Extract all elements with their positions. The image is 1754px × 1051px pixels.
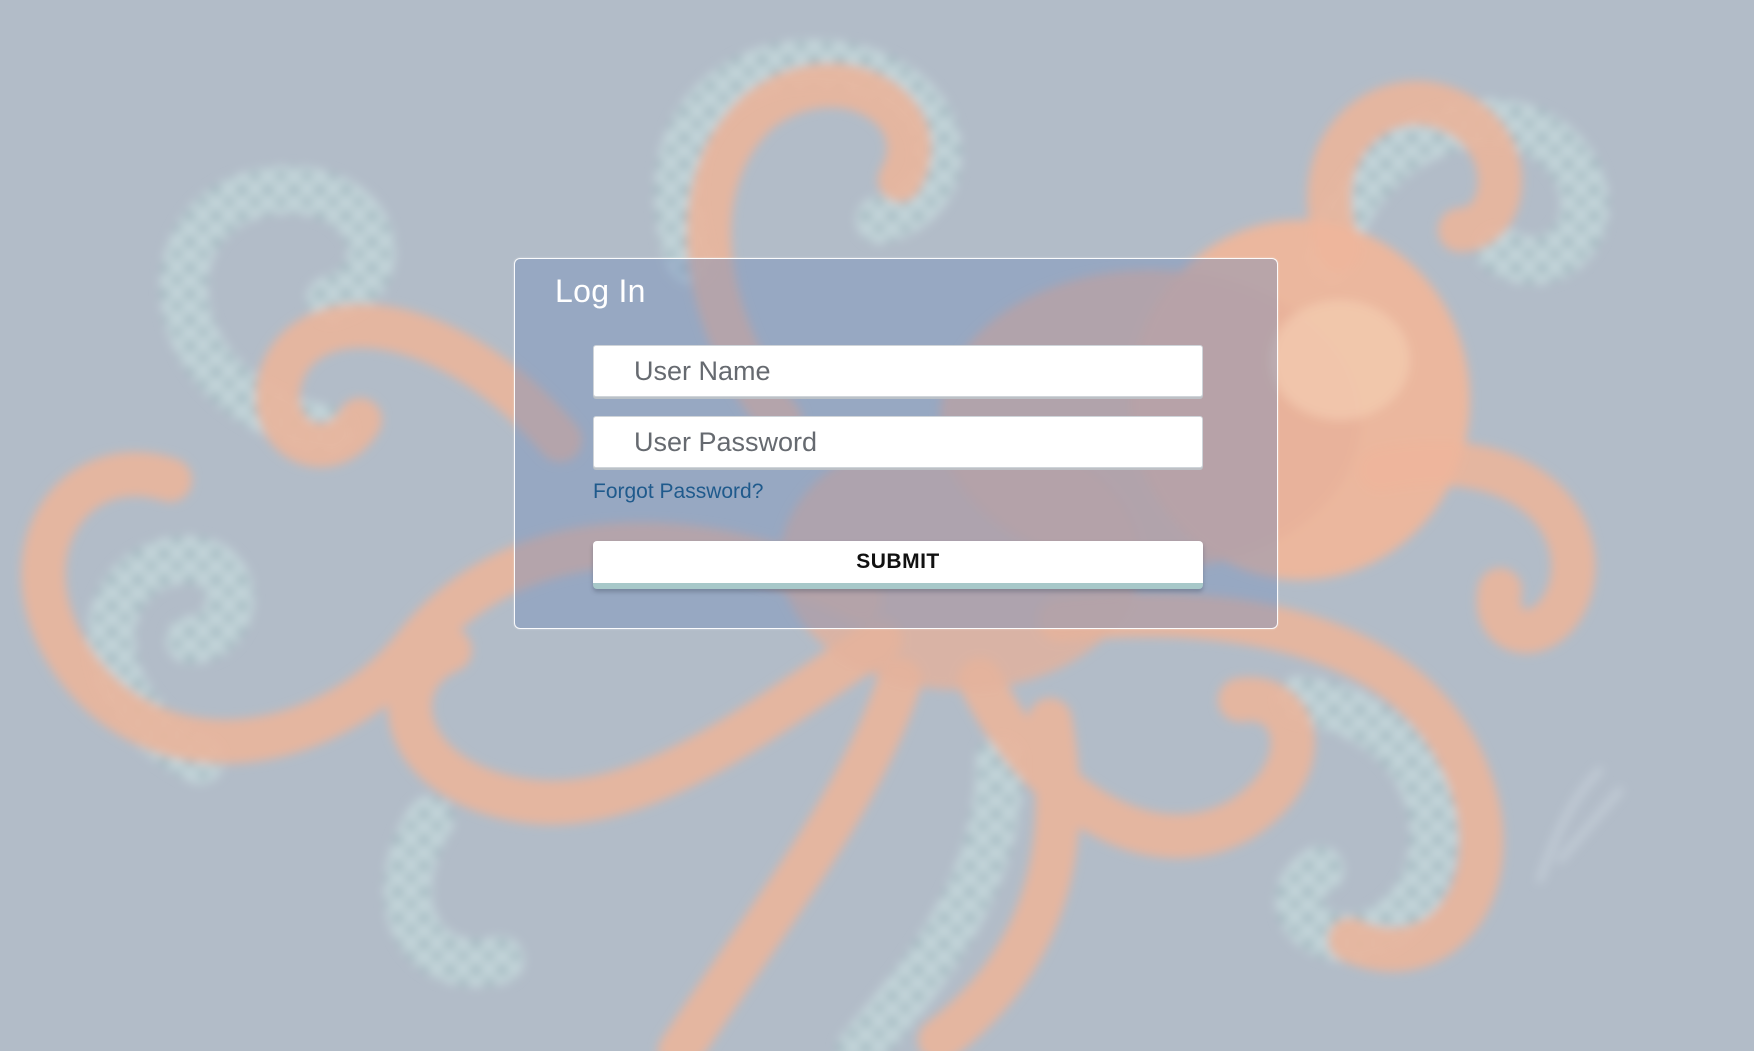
submit-button[interactable]: SUBMIT — [593, 541, 1203, 589]
password-input[interactable] — [593, 416, 1203, 468]
login-panel: Log In Forgot Password? SUBMIT — [514, 258, 1278, 629]
username-input[interactable] — [593, 345, 1203, 397]
forgot-password-link[interactable]: Forgot Password? — [593, 480, 763, 504]
login-title: Log In — [555, 273, 646, 309]
